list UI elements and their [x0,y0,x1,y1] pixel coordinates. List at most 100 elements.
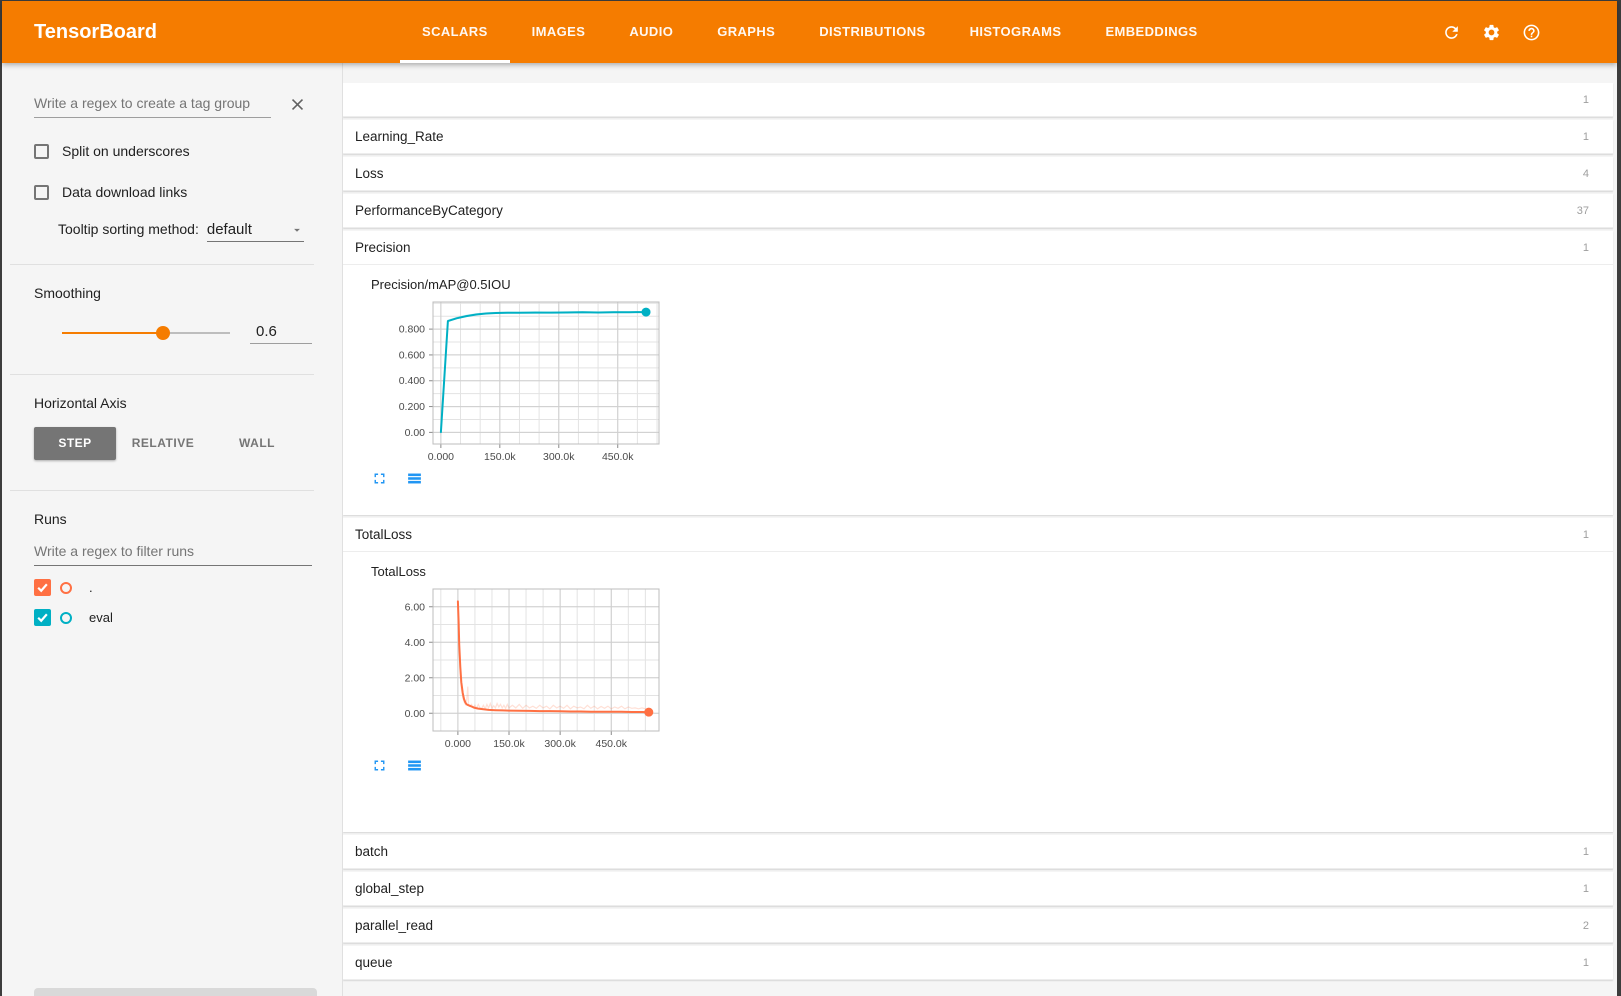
tag-count-badge: 37 [1577,205,1589,217]
tab-scalars[interactable]: SCALARS [400,1,510,63]
sidebar: Split on underscores Data download links… [2,63,343,996]
tag-group-header[interactable]: Learning_Rate 1 [343,120,1613,154]
tag-group-header[interactable]: Precision 1 [343,231,1613,265]
app-header: TensorBoard SCALARS IMAGES AUDIO GRAPHS … [2,1,1617,63]
settings-icon[interactable] [1482,23,1501,42]
tag-group-header[interactable]: Loss 4 [343,157,1613,191]
data-download-option[interactable]: Data download links [2,184,342,200]
expand-chart-icon[interactable] [371,757,388,774]
tooltip-sorting-select[interactable]: default [207,221,304,242]
data-table-icon[interactable] [406,757,423,774]
run-label: . [89,580,93,595]
tag-group-totalloss: TotalLoss 1 TotalLoss 0.000 150.0k 300.0k 4… [343,518,1613,832]
tab-images[interactable]: IMAGES [510,1,608,63]
svg-text:0.00: 0.00 [405,708,426,720]
tab-bar: SCALARS IMAGES AUDIO GRAPHS DISTRIBUTION… [400,1,1220,63]
tag-count-badge: 1 [1583,131,1589,143]
run-checkbox[interactable] [34,609,51,626]
tag-group-queue: queue 1 [343,946,1613,980]
svg-text:450.0k: 450.0k [602,451,634,463]
split-underscores-checkbox[interactable] [34,144,49,159]
svg-text:150.0k: 150.0k [493,738,525,750]
relative-axis-button[interactable]: RELATIVE [116,427,210,460]
run-visibility-toggle[interactable] [60,612,72,624]
tag-group-precision: Precision 1 Precision/mAP@0.5IOU 0.000 15… [343,231,1613,515]
tab-graphs[interactable]: GRAPHS [695,1,797,63]
smoothing-slider-thumb[interactable] [156,326,170,340]
tag-group-header[interactable]: PerformanceByCategory 37 [343,194,1613,228]
refresh-icon[interactable] [1442,23,1461,42]
tab-histograms[interactable]: HISTOGRAMS [948,1,1084,63]
smoothing-value-input[interactable] [250,321,312,344]
run-label: eval [89,610,113,625]
data-download-checkbox[interactable] [34,185,49,200]
divider [10,490,314,491]
tooltip-sorting-value: default [207,221,252,238]
tag-filter-input[interactable] [34,91,271,118]
tag-group-parallel-read: parallel_read 2 [343,909,1613,943]
tag-count-badge: 2 [1583,920,1589,932]
tag-count-badge: 1 [1583,846,1589,858]
slider-fill [62,332,163,334]
split-underscores-option[interactable]: Split on underscores [2,143,342,159]
tag-group-learning-rate: Learning_Rate 1 [343,120,1613,154]
tag-count-badge: 4 [1583,168,1589,180]
tag-group-batch: batch 1 [343,835,1613,869]
horizontal-scrollbar[interactable] [34,988,317,996]
precision-line-chart: 0.000 150.0k 300.0k 450.0k 0.00 0.200 0.400 0.6… [371,296,671,466]
run-checkbox[interactable] [34,579,51,596]
chart-title: Precision/mAP@0.5IOU [371,277,691,292]
divider [10,374,314,375]
tab-embeddings[interactable]: EMBEDDINGS [1083,1,1219,63]
scalar-chart-card: TotalLoss 0.000150.0k300.0k450.0k0.002.0… [371,564,691,774]
tag-group-header[interactable]: global_step 1 [343,872,1613,906]
expand-chart-icon[interactable] [371,470,388,487]
tag-group-global-step: global_step 1 [343,872,1613,906]
svg-text:0.600: 0.600 [399,349,425,361]
tag-group-header[interactable]: 1 [343,83,1613,117]
tag-count-badge: 1 [1583,94,1589,106]
run-visibility-toggle[interactable] [60,582,72,594]
close-icon[interactable] [288,95,307,114]
svg-text:4.00: 4.00 [405,637,426,649]
tag-group-header[interactable]: parallel_read 2 [343,909,1613,943]
wall-axis-button[interactable]: WALL [210,427,304,460]
smoothing-label: Smoothing [2,285,342,301]
svg-text:450.0k: 450.0k [596,738,628,750]
step-axis-button[interactable]: STEP [34,427,116,460]
horizontal-axis-label: Horizontal Axis [2,395,342,411]
tab-distributions[interactable]: DISTRIBUTIONS [797,1,947,63]
svg-text:6.00: 6.00 [405,601,426,613]
chevron-down-icon [290,223,304,237]
run-row-eval: eval [2,609,342,626]
svg-text:0.400: 0.400 [399,375,425,387]
svg-text:0.00: 0.00 [405,427,426,439]
tooltip-sorting-label: Tooltip sorting method: [58,221,199,237]
run-filter-input[interactable] [34,539,312,566]
data-table-icon[interactable] [406,470,423,487]
totalloss-line-chart: 0.000150.0k300.0k450.0k0.002.004.006.00 [371,583,671,753]
tag-group-header[interactable]: queue 1 [343,946,1613,980]
tag-count-badge: 1 [1583,883,1589,895]
run-row-train: . [2,579,342,596]
app-title: TensorBoard [34,1,400,63]
main-content: 1 Learning_Rate 1 Loss 4 PerformanceByCa… [343,63,1617,996]
tab-audio[interactable]: AUDIO [607,1,695,63]
svg-text:150.0k: 150.0k [484,451,516,463]
chart-title: TotalLoss [371,564,691,579]
tag-group-header[interactable]: TotalLoss 1 [343,518,1613,552]
svg-text:0.000: 0.000 [428,451,454,463]
tag-count-badge: 1 [1583,529,1589,541]
smoothing-slider[interactable] [62,326,230,340]
tag-group-loss: Loss 4 [343,157,1613,191]
svg-text:0.800: 0.800 [399,324,425,336]
tag-group-unnamed: 1 [343,83,1613,117]
header-actions [1442,1,1541,63]
data-download-label: Data download links [62,184,187,200]
help-icon[interactable] [1522,23,1541,42]
svg-text:300.0k: 300.0k [543,451,575,463]
tag-group-header[interactable]: batch 1 [343,835,1613,869]
svg-text:0.000: 0.000 [445,738,471,750]
svg-text:0.200: 0.200 [399,401,425,413]
svg-text:300.0k: 300.0k [544,738,576,750]
